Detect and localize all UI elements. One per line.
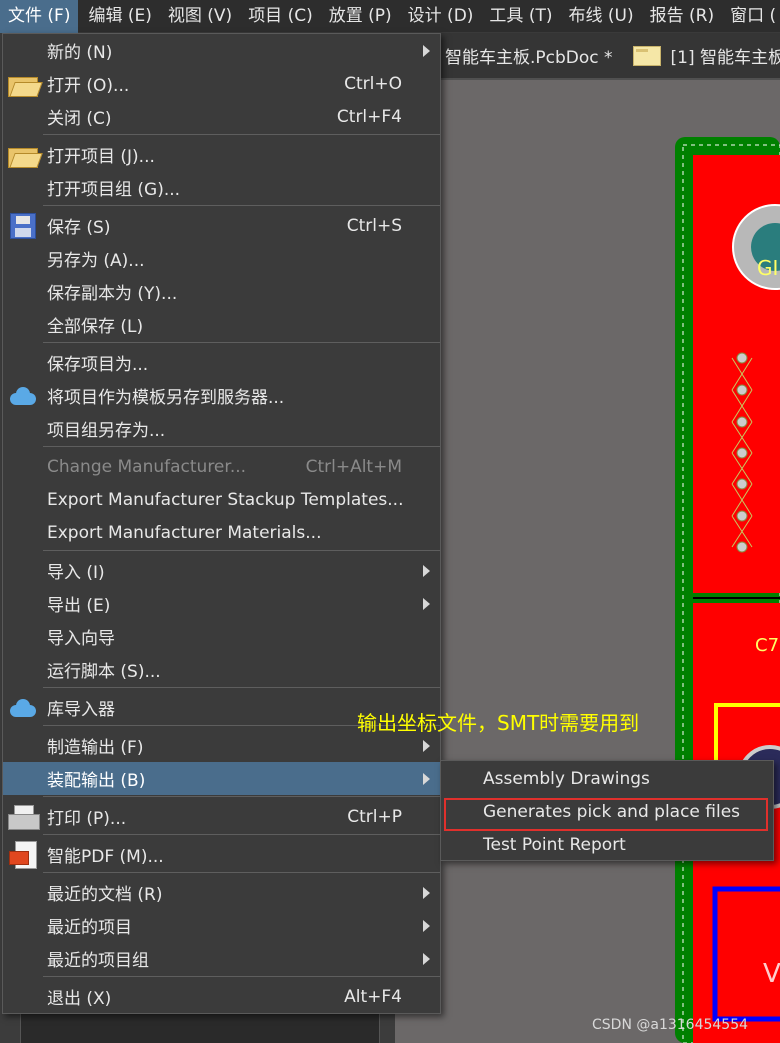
submenu-item-test-point-report[interactable]: Test Point Report — [441, 828, 773, 861]
menu-item-open-project[interactable]: 打开项目 (J)... — [3, 138, 440, 171]
submenu-item-assembly-drawings[interactable]: Assembly Drawings — [441, 762, 773, 795]
tab-label: 智能车主板.PcbDoc * — [445, 48, 613, 68]
menu-item-recent-project-groups[interactable]: 最近的项目组 — [3, 942, 440, 975]
menu-design[interactable]: 设计 (D) — [402, 0, 480, 33]
menu-item-export-stackup-templates[interactable]: Export Manufacturer Stackup Templates... — [3, 483, 440, 516]
menu-separator — [43, 796, 440, 797]
submenu-arrow-icon — [423, 739, 430, 752]
menu-route[interactable]: 布线 (U) — [562, 0, 639, 33]
menu-item-import[interactable]: 导入 (I) — [3, 554, 440, 587]
menu-item-save[interactable]: 保存 (S) Ctrl+S — [3, 209, 440, 242]
menu-edit[interactable]: 编辑 (E) — [82, 0, 157, 33]
file-menu-dropdown: 新的 (N) 打开 (O)... Ctrl+O 关闭 (C) Ctrl+F4 打… — [2, 33, 441, 1014]
menu-item-new[interactable]: 新的 (N) — [3, 34, 440, 67]
menu-bar: 文件 (F) 编辑 (E) 视图 (V) 项目 (C) 放置 (P) 设计 (D… — [0, 0, 780, 33]
menu-file[interactable]: 文件 (F) — [0, 0, 79, 33]
pcb-board: GI C7 V — [675, 137, 780, 1043]
menu-separator — [43, 134, 440, 135]
menu-item-exit[interactable]: 退出 (X) Alt+F4 — [3, 980, 440, 1013]
menu-separator — [43, 687, 440, 688]
menu-item-recent-projects[interactable]: 最近的项目 — [3, 909, 440, 942]
menu-item-assembly-outputs[interactable]: 装配输出 (B) — [3, 762, 440, 795]
pdf-icon — [6, 841, 40, 869]
submenu-arrow-icon — [423, 772, 430, 785]
tab-schdoc[interactable]: [1] 智能车主板.S — [623, 32, 780, 79]
menu-view[interactable]: 视图 (V) — [162, 0, 238, 33]
submenu-arrow-icon — [423, 919, 430, 932]
menu-window[interactable]: 窗口 ( — [724, 0, 780, 33]
menu-item-print[interactable]: 打印 (P)... Ctrl+P — [3, 800, 440, 833]
menu-item-save-project-as[interactable]: 保存项目为... — [3, 346, 440, 379]
document-icon — [632, 45, 661, 66]
menu-item-smart-pdf[interactable]: 智能PDF (M)... — [3, 838, 440, 871]
menu-separator — [43, 834, 440, 835]
menu-item-export-materials[interactable]: Export Manufacturer Materials... — [3, 516, 440, 549]
annotation-highlight-box — [444, 798, 768, 831]
submenu-arrow-icon — [423, 44, 430, 57]
menu-item-export[interactable]: 导出 (E) — [3, 587, 440, 620]
left-panel-strip — [20, 1010, 380, 1043]
menu-project[interactable]: 项目 (C) — [242, 0, 319, 33]
floppy-icon — [6, 212, 40, 240]
folder-open-icon — [6, 70, 40, 98]
menu-separator — [43, 342, 440, 343]
menu-separator — [43, 872, 440, 873]
menu-item-open-project-group[interactable]: 打开项目组 (G)... — [3, 171, 440, 204]
menu-reports[interactable]: 报告 (R) — [644, 0, 720, 33]
menu-item-open[interactable]: 打开 (O)... Ctrl+O — [3, 67, 440, 100]
submenu-arrow-icon — [423, 952, 430, 965]
menu-item-recent-documents[interactable]: 最近的文档 (R) — [3, 876, 440, 909]
menu-item-import-wizard[interactable]: 导入向导 — [3, 620, 440, 653]
pcb-label-bottom: V — [763, 959, 780, 989]
menu-item-save-project-group-as[interactable]: 项目组另存为... — [3, 412, 440, 445]
annotation-text: 输出坐标文件，SMT时需要用到 — [357, 711, 640, 735]
menu-separator — [43, 446, 440, 447]
menu-item-run-script[interactable]: 运行脚本 (S)... — [3, 653, 440, 686]
menu-item-close[interactable]: 关闭 (C) Ctrl+F4 — [3, 100, 440, 133]
menu-separator — [43, 550, 440, 551]
menu-separator — [43, 205, 440, 206]
pcb-label-mid: C7 — [755, 635, 779, 656]
cloud-icon — [6, 694, 40, 722]
menu-item-save-all[interactable]: 全部保存 (L) — [3, 308, 440, 341]
printer-icon — [6, 803, 40, 831]
submenu-arrow-icon — [423, 597, 430, 610]
menu-item-change-manufacturer: Change Manufacturer... Ctrl+Alt+M — [47, 456, 402, 477]
menu-place[interactable]: 放置 (P) — [323, 0, 398, 33]
menu-item-save-project-template[interactable]: 将项目作为模板另存到服务器... — [3, 379, 440, 412]
pcb-label-top: GI — [757, 256, 778, 280]
menu-separator — [43, 976, 440, 977]
submenu-arrow-icon — [423, 564, 430, 577]
watermark: CSDN @a1316454554 — [592, 1017, 749, 1033]
menu-tools[interactable]: 工具 (T) — [483, 0, 558, 33]
tab-label: [1] 智能车主板.S — [670, 48, 780, 68]
submenu-arrow-icon — [423, 886, 430, 899]
cloud-save-icon — [6, 382, 40, 410]
document-tab-bar: 智能车主板.PcbDoc * [1] 智能车主板.S — [395, 33, 780, 80]
open-project-icon — [6, 141, 40, 169]
menu-item-save-copy-as[interactable]: 保存副本为 (Y)... — [3, 275, 440, 308]
menu-item-save-as[interactable]: 另存为 (A)... — [3, 242, 440, 275]
